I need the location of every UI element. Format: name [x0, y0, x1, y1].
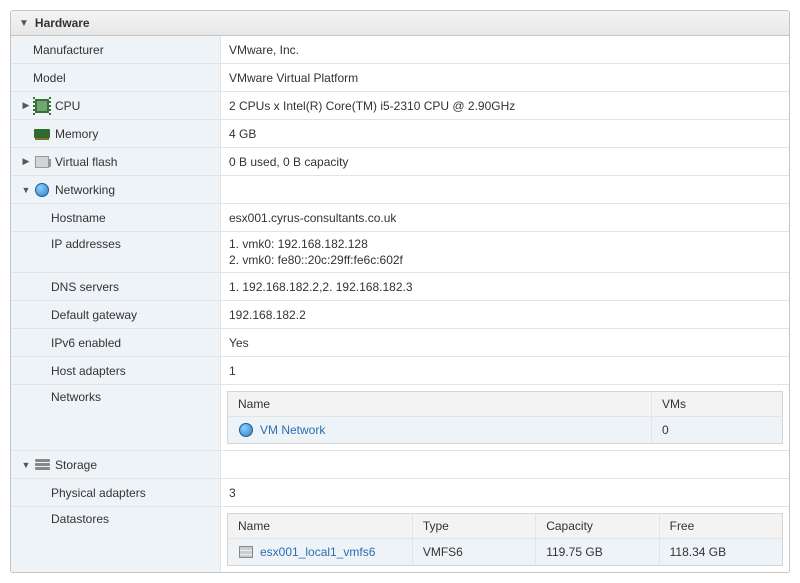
col-vms[interactable]: VMs [652, 392, 782, 416]
value-virtual-flash: 0 B used, 0 B capacity [221, 148, 789, 175]
network-icon [34, 182, 50, 198]
datastores-table: Name Type Capacity Free esx001_local1_vm… [227, 513, 783, 566]
row-hostname: Hostname esx001.cyrus-consultants.co.uk [11, 204, 789, 232]
row-dns-servers: DNS servers 1. 192.168.182.2,2. 192.168.… [11, 273, 789, 301]
col-name[interactable]: Name [228, 514, 413, 538]
cell-free: 118.34 GB [660, 539, 782, 565]
datastore-name-link[interactable]: esx001_local1_vmfs6 [260, 545, 375, 559]
col-type[interactable]: Type [413, 514, 536, 538]
table-header-row: Name VMs [228, 392, 782, 417]
row-networking[interactable]: ▼ Networking [11, 176, 789, 204]
label-cpu: CPU [55, 99, 80, 113]
cpu-icon [34, 98, 50, 114]
value-ipv6-enabled: Yes [221, 329, 789, 356]
collapse-icon[interactable]: ▼ [21, 185, 31, 195]
value-hostname: esx001.cyrus-consultants.co.uk [221, 204, 789, 231]
col-free[interactable]: Free [660, 514, 782, 538]
row-default-gateway: Default gateway 192.168.182.2 [11, 301, 789, 329]
label-hostname: Hostname [11, 204, 221, 231]
col-name[interactable]: Name [228, 392, 652, 416]
table-row[interactable]: esx001_local1_vmfs6 VMFS6 119.75 GB 118.… [228, 539, 782, 565]
label-memory: Memory [55, 127, 98, 141]
cell-type: VMFS6 [413, 539, 536, 565]
datastore-icon [238, 544, 254, 560]
value-cpu: 2 CPUs x Intel(R) Core(TM) i5-2310 CPU @… [221, 92, 789, 119]
label-host-adapters: Host adapters [11, 357, 221, 384]
table-row[interactable]: VM Network 0 [228, 417, 782, 443]
label-manufacturer: Manufacturer [11, 36, 221, 63]
row-manufacturer: Manufacturer VMware, Inc. [11, 36, 789, 64]
value-model: VMware Virtual Platform [221, 64, 789, 91]
value-physical-adapters: 3 [221, 479, 789, 506]
value-host-adapters: 1 [221, 357, 789, 384]
label-ipv6-enabled: IPv6 enabled [11, 329, 221, 356]
value-memory: 4 GB [221, 120, 789, 147]
row-virtual-flash[interactable]: ▶ Virtual flash 0 B used, 0 B capacity [11, 148, 789, 176]
networks-table: Name VMs VM Network 0 [227, 391, 783, 444]
value-manufacturer: VMware, Inc. [221, 36, 789, 63]
panel-header[interactable]: ▼ Hardware [11, 11, 789, 36]
network-name-link[interactable]: VM Network [260, 423, 325, 437]
col-capacity[interactable]: Capacity [536, 514, 659, 538]
label-datastores: Datastores [11, 507, 221, 572]
label-virtual-flash: Virtual flash [55, 155, 117, 169]
row-ip-addresses: IP addresses 1. vmk0: 192.168.182.128 2.… [11, 232, 789, 273]
label-model: Model [11, 64, 221, 91]
row-ipv6-enabled: IPv6 enabled Yes [11, 329, 789, 357]
label-ip-addresses: IP addresses [11, 232, 221, 272]
expand-icon[interactable]: ▶ [21, 157, 31, 167]
value-ip-addresses: 1. vmk0: 192.168.182.128 2. vmk0: fe80::… [221, 232, 789, 272]
hardware-panel: ▼ Hardware Manufacturer VMware, Inc. Mod… [10, 10, 790, 573]
storage-icon [34, 457, 50, 473]
row-model: Model VMware Virtual Platform [11, 64, 789, 92]
label-networking: Networking [55, 183, 115, 197]
network-icon [238, 422, 254, 438]
label-dns-servers: DNS servers [11, 273, 221, 300]
row-physical-adapters: Physical adapters 3 [11, 479, 789, 507]
expand-icon[interactable]: ▶ [21, 101, 31, 111]
row-storage[interactable]: ▼ Storage [11, 451, 789, 479]
collapse-icon[interactable]: ▼ [21, 460, 31, 470]
row-host-adapters: Host adapters 1 [11, 357, 789, 385]
label-networks: Networks [11, 385, 221, 450]
label-storage: Storage [55, 458, 97, 472]
cell-vms: 0 [652, 417, 782, 443]
row-networks: Networks Name VMs VM Network 0 [11, 385, 789, 451]
row-memory: Memory 4 GB [11, 120, 789, 148]
label-physical-adapters: Physical adapters [11, 479, 221, 506]
value-dns-servers: 1. 192.168.182.2,2. 192.168.182.3 [221, 273, 789, 300]
row-cpu[interactable]: ▶ CPU 2 CPUs x Intel(R) Core(TM) i5-2310… [11, 92, 789, 120]
panel-title: Hardware [35, 16, 90, 30]
row-datastores: Datastores Name Type Capacity Free esx00… [11, 507, 789, 572]
collapse-icon[interactable]: ▼ [19, 18, 29, 29]
cell-capacity: 119.75 GB [536, 539, 659, 565]
table-header-row: Name Type Capacity Free [228, 514, 782, 539]
label-default-gateway: Default gateway [11, 301, 221, 328]
value-default-gateway: 192.168.182.2 [221, 301, 789, 328]
virtual-flash-icon [34, 154, 50, 170]
memory-icon [34, 126, 50, 142]
